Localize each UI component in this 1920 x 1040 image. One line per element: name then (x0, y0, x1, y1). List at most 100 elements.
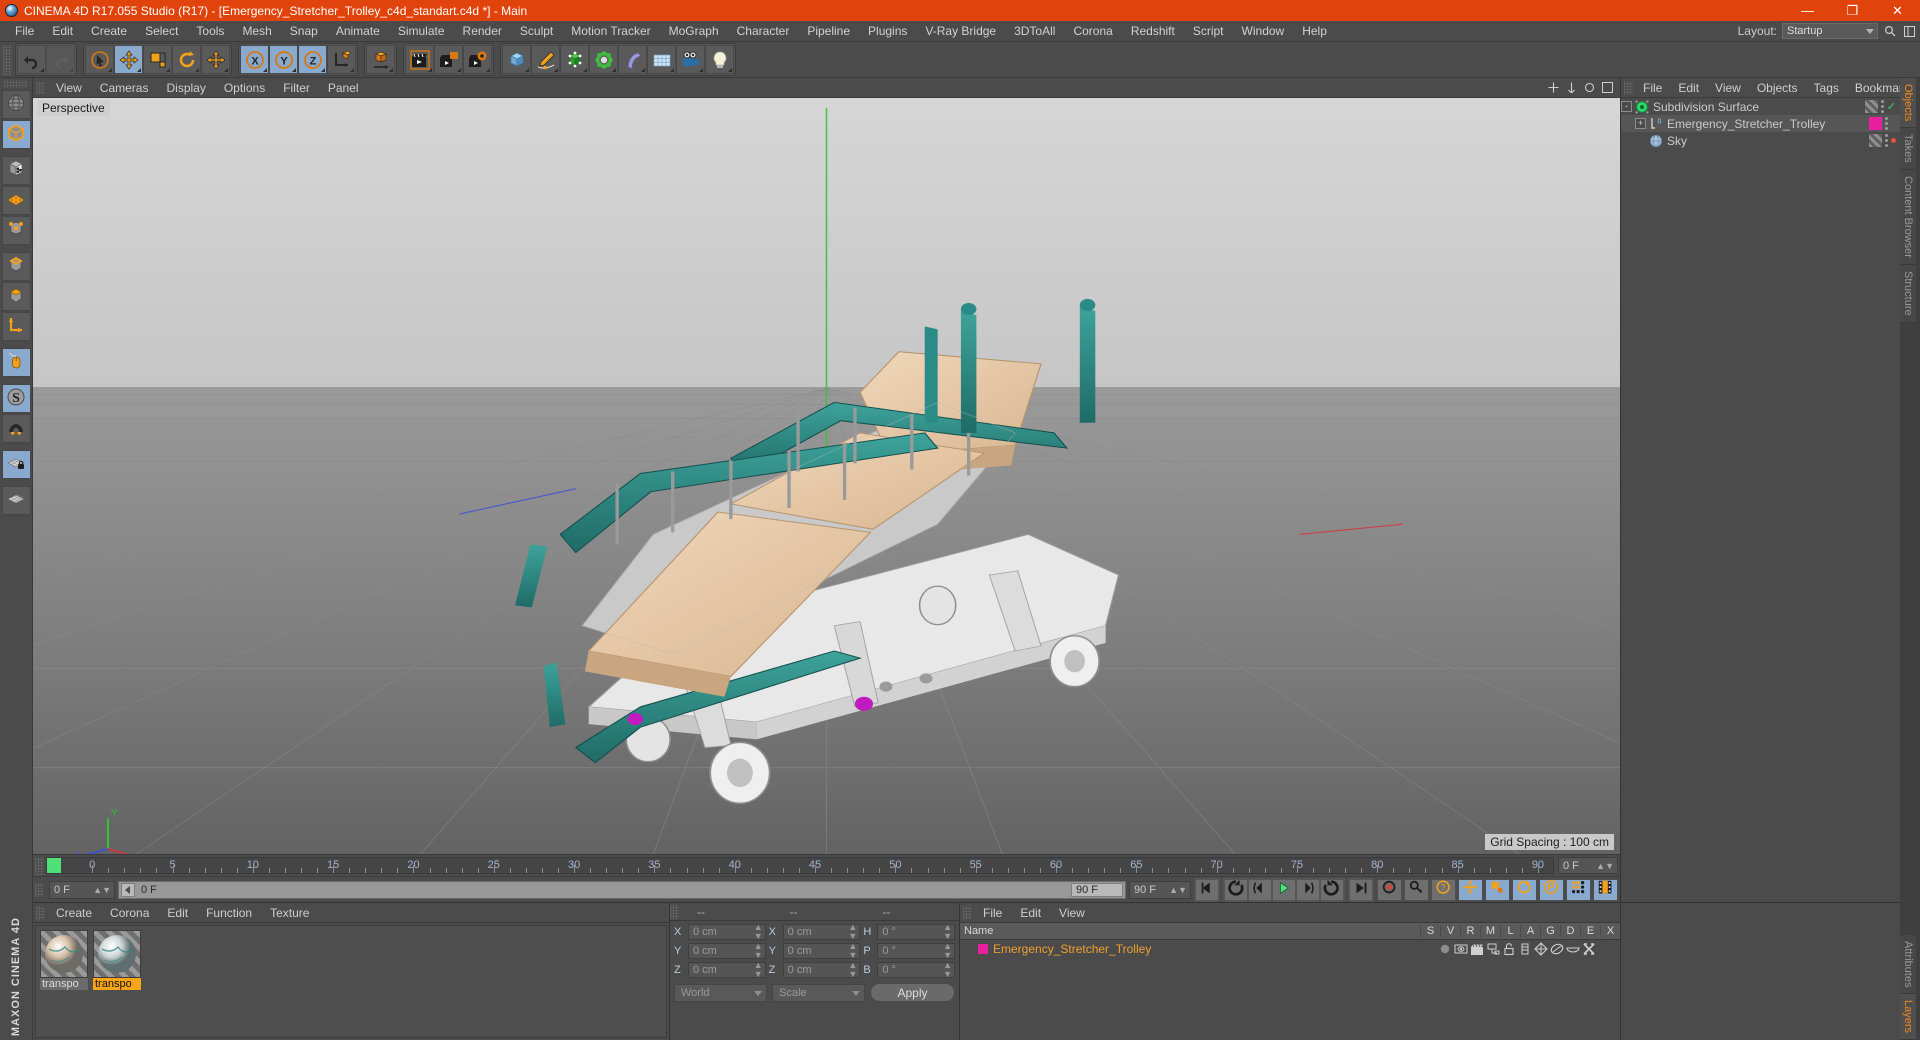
viewport-menu-cameras[interactable]: Cameras (91, 78, 158, 98)
undo-button[interactable] (17, 45, 46, 74)
menu-item-mograph[interactable]: MoGraph (660, 21, 728, 42)
attribute-menu-grip[interactable] (963, 905, 972, 920)
stepper-icon[interactable]: ▲▼ (943, 923, 952, 941)
material-menu-create[interactable]: Create (47, 903, 101, 923)
display-icon[interactable] (1566, 942, 1580, 956)
menu-item-v-ray-bridge[interactable]: V-Ray Bridge (916, 21, 1005, 42)
stepper-icon[interactable]: ▲▼ (754, 923, 763, 941)
menu-item-tools[interactable]: Tools (187, 21, 233, 42)
add-array-button[interactable] (589, 45, 618, 74)
menu-item-animate[interactable]: Animate (327, 21, 389, 42)
menu-item-simulate[interactable]: Simulate (389, 21, 454, 42)
object-tag[interactable] (1869, 117, 1882, 130)
play-button[interactable] (1272, 878, 1296, 901)
point-mode-button[interactable] (1, 216, 31, 245)
viewport-menu-options[interactable]: Options (215, 78, 274, 98)
deformer-mode-button[interactable] (1, 186, 31, 215)
material-item[interactable]: transpo (40, 930, 88, 990)
size-input[interactable]: 0 cm ▲ ▼ (782, 961, 861, 979)
render-to-picture-viewer-button[interactable] (434, 45, 463, 74)
edge-tab-takes[interactable]: Takes (1900, 128, 1916, 171)
viewport-menu-view[interactable]: View (47, 78, 91, 98)
stepper-icon[interactable]: ▲▼ (943, 961, 952, 979)
material-preview-sphere[interactable] (93, 930, 141, 978)
unlock-icon[interactable] (1502, 942, 1516, 956)
timeline-track[interactable]: 0 F 90 F (118, 880, 1126, 899)
zoom-icon[interactable] (1564, 81, 1578, 95)
left-toolbar-grip[interactable] (4, 80, 28, 88)
edge-tab-structure[interactable]: Structure (1900, 264, 1916, 323)
render-view-button[interactable] (405, 45, 434, 74)
soft-selection-button[interactable]: S (1, 384, 31, 413)
edge-tab-objects[interactable]: Objects (1900, 78, 1916, 129)
rotation-key-button[interactable] (1512, 878, 1537, 901)
material-swatch-area[interactable]: transpo transpo (35, 925, 667, 1038)
position-input[interactable]: 0 cm ▲ ▼ (688, 923, 766, 941)
rotate-tool[interactable] (172, 45, 201, 74)
live-selection-tool[interactable] (85, 45, 114, 74)
playhead[interactable] (47, 858, 61, 873)
viewport-menu-filter[interactable]: Filter (274, 78, 319, 98)
edge-tab-attributes[interactable]: Attributes (1900, 934, 1916, 994)
menu-item-plugins[interactable]: Plugins (859, 21, 916, 42)
rotation-input[interactable]: 0 ° ▲ ▼ (877, 942, 956, 960)
stepper-icon[interactable]: ▲▼ (943, 942, 952, 960)
menu-item-help[interactable]: Help (1293, 21, 1336, 42)
apply-button[interactable]: Apply (870, 983, 955, 1002)
play-forwards-button[interactable] (1320, 878, 1344, 901)
add-cube-button[interactable] (502, 45, 531, 74)
add-scene-button[interactable] (647, 45, 676, 74)
enable-axis-button[interactable] (1, 348, 31, 377)
attribute-menu-file[interactable]: File (974, 903, 1011, 923)
workplane-button[interactable] (1, 486, 31, 515)
edge-tab-layers[interactable]: Layers (1900, 993, 1916, 1040)
texture-mode-button[interactable] (1, 156, 31, 185)
minimize-button[interactable]: — (1785, 0, 1830, 21)
stepper-icon[interactable]: ▲▼ (848, 923, 857, 941)
move-tool[interactable] (114, 45, 143, 74)
coordinate-system-dropdown[interactable]: World (674, 983, 767, 1002)
material-menu-grip[interactable] (36, 905, 45, 920)
layer-icon[interactable] (1486, 942, 1500, 956)
object-tag[interactable] (1869, 134, 1882, 147)
track-start-handle[interactable] (121, 882, 135, 897)
render-settings-button[interactable] (463, 45, 492, 74)
material-name[interactable]: transpo (93, 978, 141, 990)
attribute-row[interactable]: Emergency_Stretcher_Trolley (960, 940, 1620, 957)
viewport-menu-grip[interactable] (36, 80, 45, 95)
deform-icon[interactable] (1534, 941, 1548, 956)
size-input[interactable]: 0 cm ▲ ▼ (782, 923, 861, 941)
object-dots-icon[interactable] (1885, 134, 1888, 147)
maximize-icon[interactable] (1600, 81, 1614, 95)
axis-mode-button[interactable] (1, 312, 31, 341)
edge-tab-content-browser[interactable]: Content Browser (1900, 170, 1916, 265)
play-backwards-button[interactable] (1224, 878, 1248, 901)
step-forward-button[interactable] (1296, 878, 1320, 901)
lock-y-axis[interactable]: Y (269, 45, 298, 74)
object-menu-edit[interactable]: Edit (1670, 78, 1707, 98)
stepper-icon[interactable]: ▲▼ (754, 961, 763, 979)
tree-expander[interactable]: + (1635, 118, 1646, 129)
lock-x-axis[interactable]: X (240, 45, 269, 74)
object-tag[interactable] (1864, 100, 1878, 113)
timeline-button[interactable] (1593, 878, 1618, 901)
object-axis-toggle[interactable] (366, 45, 395, 74)
point-level-anim-button[interactable] (1566, 878, 1591, 901)
menu-item-select[interactable]: Select (136, 21, 187, 42)
menu-item-sculpt[interactable]: Sculpt (511, 21, 562, 42)
move-axis-tool[interactable] (201, 45, 230, 74)
menu-item-3dtoall[interactable]: 3DToAll (1005, 21, 1064, 42)
object-menu-view[interactable]: View (1707, 78, 1749, 98)
list-icon[interactable] (1518, 942, 1532, 956)
polygon-mode-button[interactable] (1, 282, 31, 311)
autokeying-button[interactable] (1404, 878, 1429, 901)
record-active-objects-button[interactable] (1377, 878, 1402, 901)
rotate-icon[interactable] (1582, 81, 1596, 95)
menu-item-motion-tracker[interactable]: Motion Tracker (562, 21, 659, 42)
stepper-icon[interactable]: ▲▼ (848, 942, 857, 960)
menu-item-snap[interactable]: Snap (281, 21, 327, 42)
menu-item-corona[interactable]: Corona (1064, 21, 1121, 42)
add-light-button[interactable] (705, 45, 734, 74)
material-menu-function[interactable]: Function (197, 903, 261, 923)
coordinate-mode-dropdown[interactable]: Scale (772, 983, 865, 1002)
